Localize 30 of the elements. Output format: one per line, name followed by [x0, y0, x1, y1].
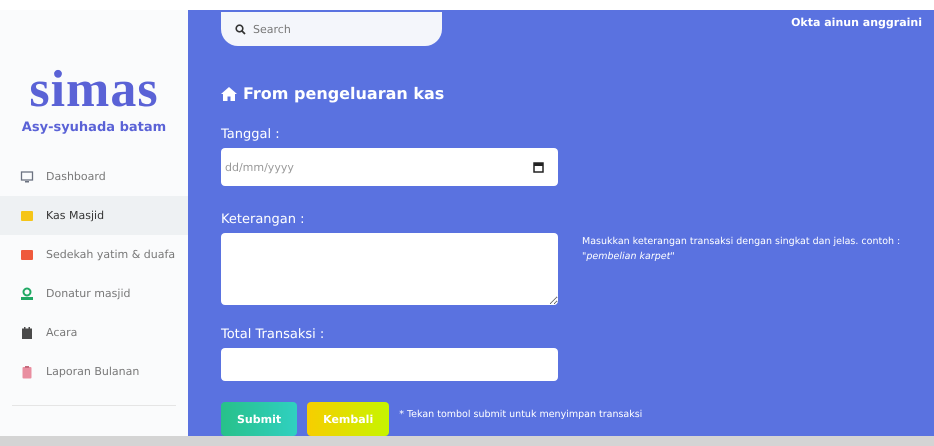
field-label: Tanggal :	[221, 127, 281, 142]
logo: simas	[28, 64, 160, 116]
person-icon	[20, 286, 34, 300]
scrollbar[interactable]	[0, 436, 934, 446]
sidebar-item[interactable]: Acara	[0, 313, 188, 352]
user-name[interactable]: Okta ainun anggraini	[791, 16, 922, 28]
sidebar-item[interactable]: Donatur masjid	[0, 274, 188, 313]
sidebar-item[interactable]: Sedekah yatim & duafa	[0, 235, 188, 274]
square-icon	[20, 208, 34, 222]
calendar-icon[interactable]	[533, 161, 544, 173]
description-field[interactable]	[221, 233, 558, 305]
field-label: Total Transaksi :	[221, 327, 326, 342]
total-field[interactable]	[221, 348, 558, 381]
hint-text: Masukkan keterangan transaksi dengan singkat dan jelas. contoh :	[582, 235, 900, 249]
square-icon	[20, 248, 34, 262]
monitor-icon	[20, 170, 34, 184]
clipboard-icon	[20, 364, 34, 378]
field-label: Keterangan :	[221, 212, 306, 227]
calendar-icon	[20, 326, 34, 340]
sidebar-item[interactable]: Dashboard	[0, 157, 188, 196]
sidebar-item[interactable]: Laporan Bulanan	[0, 352, 188, 391]
form-title: From pengeluaran kas	[243, 84, 444, 103]
logo-tagline: Asy-syuhada batam	[20, 120, 168, 135]
sidebar-item[interactable]: Kas Masjid	[0, 196, 188, 235]
search-icon	[235, 24, 246, 35]
date-field[interactable]: dd/mm/yyyy	[221, 148, 558, 186]
note-text: * Tekan tombol submit untuk menyimpan transaksi	[399, 408, 642, 420]
home-icon	[221, 86, 237, 100]
example-text: "pembelian karpet"	[582, 251, 676, 262]
search-field[interactable]: Search	[221, 12, 442, 46]
